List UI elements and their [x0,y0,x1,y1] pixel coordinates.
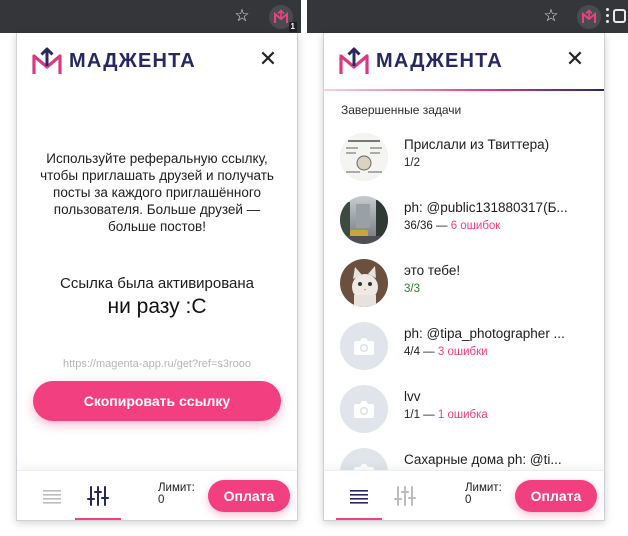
referral-link[interactable]: https://magenta-app.ru/get?ref=s3rooo [17,358,297,370]
browser-toolbar-left: ☆ 1 [0,0,301,33]
active-tab-indicator [75,518,121,520]
extension-badge: 1 [288,22,297,32]
popup-footer: Лимит: 0 Оплата [17,470,297,520]
tab-settings[interactable] [382,471,428,520]
active-tab-indicator [336,518,382,520]
task-title: это тебе! [404,263,461,278]
list-icon [350,490,368,504]
limit-info: Лимит: 0 [465,482,502,506]
task-progress: 3/3 [404,283,420,295]
popup-referral: МАДЖЕНТА ✕ Используйте реферальную ссылк… [16,33,298,521]
magenta-logo-icon [32,47,62,74]
browser-toolbar-right: ☆ [307,0,628,33]
camera-icon [340,385,388,433]
limit-label: Лимит: [465,482,502,494]
camera-icon [340,448,388,471]
close-icon[interactable]: ✕ [564,49,586,71]
star-icon[interactable]: ☆ [542,7,560,25]
task-meta: 1/2 [404,157,420,169]
task-meta: 1/1 — 1 ошибка [404,409,488,421]
task-progress: 4/4 — [404,346,435,358]
tab-tasks[interactable] [29,471,75,520]
header-divider [324,89,604,91]
referral-description: Используйте реферальную ссылку, чтобы пр… [40,151,274,234]
star-icon[interactable]: ☆ [233,7,251,25]
task-progress: 36/36 — [404,220,448,232]
task-errors[interactable]: 3 ошибки [438,346,488,358]
task-list: Прислали из Твиттера) 1/2 ph: @public13188… [324,127,604,471]
task-item[interactable]: это тебе! 3/3 [324,253,604,316]
task-item[interactable]: Прислали из Твиттера) 1/2 [324,127,604,190]
popup-header: МАДЖЕНТА ✕ [17,33,297,89]
limit-label: Лимит: [158,482,195,494]
limit-info: Лимит: 0 [158,482,195,506]
sliders-icon [394,486,416,506]
task-meta: 36/36 — 6 ошибок [404,220,500,232]
screenshot-stage: ☆ 1 ☆ МАДЖЕНТА ✕ Используйте реферальную… [0,0,628,536]
extension-icon[interactable]: 1 [269,5,297,32]
close-icon[interactable]: ✕ [257,49,279,71]
section-title: Завершенные задачи [341,103,462,117]
profile-icon[interactable] [613,9,626,23]
task-item[interactable]: lvv 1/1 — 1 ошибка [324,379,604,442]
brand-title: МАДЖЕНТА [69,50,196,72]
popup-tasks: МАДЖЕНТА ✕ Завершенные задачи Прислали и… [323,33,605,521]
task-meta: 4/4 — 3 ошибки [404,346,488,358]
copy-link-button[interactable]: Скопировать ссылку [33,381,281,421]
tab-settings[interactable] [75,471,121,520]
task-progress: 1/1 — [404,409,435,421]
magenta-logo-icon [339,47,369,74]
task-title: Прислали из Твиттера) [404,137,550,152]
limit-value: 0 [465,494,472,506]
tab-tasks[interactable] [336,471,382,520]
task-title: lvv [404,389,421,404]
task-title: ph: @tipa_photographer ... [404,326,565,341]
task-progress: 1/2 [404,157,420,169]
extension-icon[interactable] [577,5,601,29]
task-item[interactable]: ph: @tipa_photographer ... 4/4 — 3 ошибки [324,316,604,379]
brand-title: МАДЖЕНТА [376,50,503,72]
popup-footer: Лимит: 0 Оплата [324,470,604,520]
list-icon [43,490,61,504]
task-title: ph: @public131880317(Б... [404,200,568,215]
limit-value: 0 [158,494,165,506]
activation-label: Ссылка была активирована [59,275,255,292]
popup-header: МАДЖЕНТА ✕ [324,33,604,89]
meme-thumbnail [340,133,388,181]
task-errors[interactable]: 6 ошибок [451,220,501,232]
task-item[interactable]: Сахарные дома ph: @ti... [324,442,604,471]
cat-photo-thumbnail [340,259,388,307]
task-meta: 3/3 [404,283,420,295]
activation-count: ни разу :С [107,295,207,318]
pay-button[interactable]: Оплата [515,480,597,512]
kebab-icon[interactable] [603,8,611,25]
task-errors[interactable]: 1 ошибка [438,409,488,421]
camera-icon [340,322,388,370]
pay-button[interactable]: Оплата [208,480,290,512]
task-item[interactable]: ph: @public131880317(Б... 36/36 — 6 ошибо… [324,190,604,253]
sliders-icon [87,486,109,506]
street-photo-thumbnail [340,196,388,244]
task-title: Сахарные дома ph: @ti... [404,452,562,467]
